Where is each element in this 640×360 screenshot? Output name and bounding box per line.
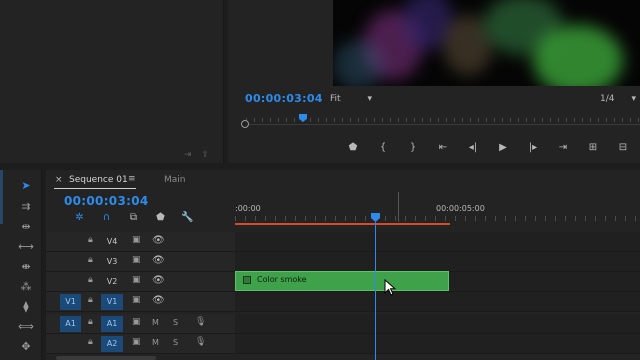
insert-icon[interactable]: ⊞: [578, 142, 608, 153]
ruler-start-label: :00:00: [235, 204, 261, 213]
mouse-cursor-icon: [384, 279, 397, 296]
snap-magnet-icon[interactable]: ∩: [93, 212, 120, 223]
lock-icon[interactable]: 🔒︎: [88, 235, 93, 245]
overwrite-icon[interactable]: ⊟: [608, 142, 638, 153]
fit-value: Fit: [330, 94, 341, 104]
timeline-playhead-line[interactable]: [375, 222, 376, 360]
wrench-icon[interactable]: 🔧: [174, 212, 201, 223]
rolling-edit-tool-icon[interactable]: ⟷: [16, 240, 36, 253]
resolution-dropdown[interactable]: 1/4 ▾: [596, 92, 640, 106]
program-monitor-panel: 00:00:03:04 Fit ▾ 1/4 ▾ ⬟ { } ⇤ ◂| ▶ |▸ …: [228, 0, 640, 163]
track-select-tool-icon[interactable]: ⇉: [16, 200, 36, 213]
marker-icon[interactable]: ⬟: [338, 142, 368, 153]
horizontal-scrollbar[interactable]: [56, 356, 156, 360]
pen-tool-icon[interactable]: ✥: [16, 340, 36, 353]
sync-lock-icon[interactable]: ▣: [132, 275, 141, 285]
work-area-bar[interactable]: [235, 223, 450, 225]
track-row-v3: 🔒︎ V3 ▣ 👁︎: [46, 252, 640, 272]
mic-icon[interactable]: 🎙︎: [195, 317, 206, 327]
insert-small-icon[interactable]: ⇥: [184, 150, 192, 160]
track-label[interactable]: V2: [101, 274, 123, 290]
track-label[interactable]: A1: [101, 316, 123, 332]
tools-panel: ➤ ⇉ ⇹ ⟷ ⇼ ⁂ ⧫ ⟺ ✥: [0, 170, 42, 360]
eye-icon[interactable]: 👁︎: [152, 295, 165, 306]
lock-icon[interactable]: 🔒︎: [88, 295, 93, 305]
track-content[interactable]: [235, 292, 640, 311]
track-label[interactable]: V4: [101, 234, 123, 250]
timeline-time-ruler[interactable]: :00:00 00:00:05:00: [235, 192, 640, 232]
play-icon[interactable]: ▶: [488, 142, 518, 153]
mark-out-icon[interactable]: }: [398, 142, 428, 153]
solo-button[interactable]: S: [173, 338, 178, 347]
lock-icon[interactable]: 🔒︎: [88, 337, 93, 347]
slide-tool-icon[interactable]: ⟺: [16, 320, 36, 333]
step-forward-icon[interactable]: |▸: [518, 142, 548, 153]
tab-menu-icon[interactable]: ≡: [128, 174, 136, 184]
transport-controls: ⬟ { } ⇤ ◂| ▶ |▸ ⇥ ⊞ ⊟ ◙: [338, 142, 640, 153]
export-small-icon[interactable]: ⇪: [201, 150, 209, 160]
ripple-edit-tool-icon[interactable]: ⇹: [16, 220, 36, 233]
track-content[interactable]: [235, 252, 640, 271]
lock-icon[interactable]: 🔒︎: [88, 255, 93, 265]
ruler-end-label: 00:00:05:00: [436, 204, 485, 213]
track-label[interactable]: A2: [101, 336, 123, 352]
linked-selection-icon[interactable]: ⧉: [120, 212, 147, 223]
eye-icon[interactable]: 👁︎: [152, 235, 165, 246]
chevron-down-icon: ▾: [367, 94, 372, 104]
source-monitor-panel: ⇥ ⇪: [0, 0, 224, 163]
tab-sequence-01[interactable]: Sequence 01: [69, 175, 128, 185]
eye-icon[interactable]: 👁︎: [152, 255, 165, 266]
track-row-v1: V1 🔒︎ V1 ▣ 👁︎: [46, 292, 640, 312]
track-label[interactable]: V3: [101, 254, 123, 270]
razor-tool-icon[interactable]: ⁂: [16, 280, 36, 293]
clip-name: Color smoke: [257, 275, 307, 284]
add-marker-icon[interactable]: ⬟: [147, 212, 174, 223]
source-patch-v1[interactable]: V1: [60, 294, 81, 310]
track-row-a2: 🔒︎ A2 ▣ M S 🎙︎: [46, 334, 640, 354]
timeline-tool-row: ✲ ∩ ⧉ ⬟ 🔧: [66, 212, 201, 223]
timeline-clip[interactable]: Color smoke: [235, 271, 449, 291]
go-to-out-icon[interactable]: ⇥: [548, 142, 578, 153]
source-patch-a1[interactable]: A1: [60, 316, 81, 332]
mute-button[interactable]: M: [152, 318, 159, 327]
nest-icon[interactable]: ✲: [66, 212, 93, 223]
mute-button[interactable]: M: [152, 338, 159, 347]
program-timecode[interactable]: 00:00:03:04: [245, 92, 323, 105]
ruler-start-handle[interactable]: [241, 120, 249, 128]
source-bottom-controls: ⇥ ⇪: [184, 150, 209, 160]
go-to-in-icon[interactable]: ⇤: [428, 142, 458, 153]
chevron-down-icon: ▾: [631, 94, 636, 104]
resolution-value: 1/4: [600, 94, 615, 104]
track-row-a1: A1 🔒︎ A1 ▣ M S 🎙︎: [46, 314, 640, 334]
sync-lock-icon[interactable]: ▣: [132, 337, 141, 347]
program-time-ruler[interactable]: [241, 114, 640, 128]
sync-lock-icon[interactable]: ▣: [132, 295, 141, 305]
sync-lock-icon[interactable]: ▣: [132, 255, 141, 265]
program-video-frame: [333, 0, 640, 86]
track-label[interactable]: V1: [101, 294, 123, 310]
mark-in-icon[interactable]: {: [368, 142, 398, 153]
slip-tool-icon[interactable]: ⧫: [16, 300, 36, 313]
clip-fx-icon: [243, 276, 251, 284]
eye-icon[interactable]: 👁︎: [152, 275, 165, 286]
lock-icon[interactable]: 🔒︎: [88, 275, 93, 285]
tab-close-icon[interactable]: ×: [55, 175, 63, 185]
selection-tool-icon[interactable]: ➤: [16, 179, 36, 192]
track-content[interactable]: [235, 314, 640, 333]
step-back-icon[interactable]: ◂|: [458, 142, 488, 153]
sync-lock-icon[interactable]: ▣: [132, 235, 141, 245]
timeline-timecode[interactable]: 00:00:03:04: [64, 194, 149, 208]
tab-main[interactable]: Main: [164, 175, 186, 185]
lock-icon[interactable]: 🔒︎: [88, 317, 93, 327]
rate-stretch-tool-icon[interactable]: ⇼: [16, 260, 36, 273]
track-content[interactable]: [235, 232, 640, 251]
track-row-v4: 🔒︎ V4 ▣ 👁︎: [46, 232, 640, 252]
fit-dropdown[interactable]: Fit ▾: [326, 92, 376, 106]
track-content[interactable]: [235, 334, 640, 353]
mic-icon[interactable]: 🎙︎: [195, 337, 206, 347]
sync-lock-icon[interactable]: ▣: [132, 317, 141, 327]
timeline-panel: × Sequence 01 ≡ Main 00:00:03:04 ✲ ∩ ⧉ ⬟…: [46, 170, 640, 360]
solo-button[interactable]: S: [173, 318, 178, 327]
